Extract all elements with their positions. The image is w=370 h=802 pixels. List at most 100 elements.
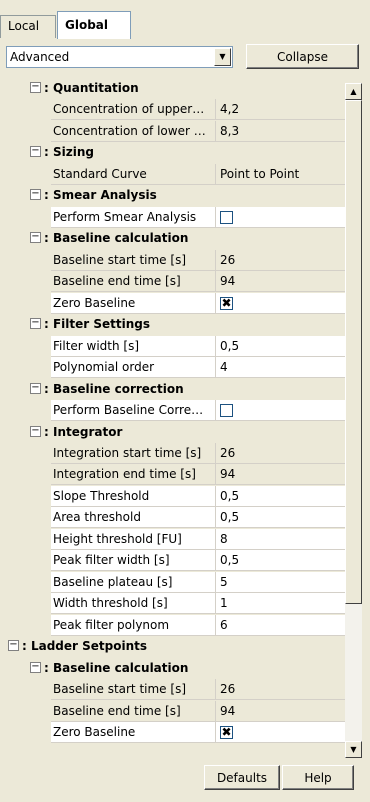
category-row[interactable]: −: Smear Analysis xyxy=(8,185,368,206)
category-row[interactable]: −: Sizing xyxy=(8,142,368,163)
minus-icon[interactable]: − xyxy=(30,382,41,394)
category-row[interactable]: −: Integrator xyxy=(8,422,368,443)
property-value[interactable]: 8,3 xyxy=(220,121,239,142)
chevron-down-icon[interactable]: ▼ xyxy=(214,48,231,66)
category-row[interactable]: −: Filter Settings xyxy=(8,314,368,335)
property-value[interactable]: 94 xyxy=(220,701,235,722)
collapse-button[interactable]: Collapse xyxy=(246,44,359,69)
category-row[interactable]: −: Baseline calculation xyxy=(8,228,368,249)
property-row[interactable]: Baseline end time [s] 94 xyxy=(8,271,368,293)
category-row[interactable]: −: Quantitation xyxy=(8,78,368,99)
column-divider xyxy=(215,679,216,701)
category-row[interactable]: −: Ladder Setpoints xyxy=(8,636,368,657)
property-value[interactable]: Point to Point xyxy=(220,164,299,185)
column-divider xyxy=(215,464,216,486)
help-button[interactable]: Help xyxy=(282,765,354,790)
category-label: : Baseline calculation xyxy=(44,660,189,675)
property-row[interactable]: Peak filter width [s] 0,5 xyxy=(8,550,368,572)
property-checkbox[interactable] xyxy=(220,210,233,224)
property-row[interactable]: Perform Smear Analysis xyxy=(8,206,368,228)
tab-local[interactable]: Local xyxy=(0,15,56,38)
property-name: Integration start time [s] xyxy=(53,445,202,460)
property-row[interactable]: Width threshold [s] 1 xyxy=(8,593,368,615)
property-row[interactable]: Area threshold 0,5 xyxy=(8,507,368,529)
property-row[interactable]: Polynomial order 4 xyxy=(8,357,368,379)
view-mode-dropdown[interactable]: Advanced ▼ xyxy=(6,46,233,68)
property-name: Standard Curve xyxy=(53,166,147,181)
column-divider xyxy=(215,335,216,357)
property-name: Zero Baseline xyxy=(53,725,136,740)
minus-icon[interactable]: − xyxy=(30,425,41,437)
property-row[interactable]: Concentration of lower … 8,3 xyxy=(8,120,368,142)
property-row[interactable]: Peak filter polynom 6 xyxy=(8,614,368,636)
column-divider xyxy=(215,442,216,464)
property-row[interactable]: Concentration of upper… 4,2 xyxy=(8,99,368,121)
minus-icon[interactable]: − xyxy=(30,146,41,158)
property-name: Baseline start time [s] xyxy=(53,252,186,267)
property-checkbox[interactable]: ✖ xyxy=(220,726,233,740)
category-row[interactable]: −: Baseline calculation xyxy=(8,658,368,679)
column-divider xyxy=(215,271,216,293)
property-value[interactable]: 26 xyxy=(220,443,235,464)
property-row[interactable]: Perform Baseline Corre… xyxy=(8,400,368,422)
minus-icon[interactable]: − xyxy=(8,640,19,652)
property-row[interactable]: Height threshold [FU] 8 xyxy=(8,528,368,550)
property-value[interactable]: 1 xyxy=(220,593,228,614)
category-row[interactable]: −: Baseline correction xyxy=(8,379,368,400)
minus-icon[interactable]: − xyxy=(30,661,41,673)
minus-icon[interactable]: − xyxy=(30,318,41,330)
property-grid: −: Quantitation Concentration of upper… 4,… xyxy=(8,78,368,762)
property-value[interactable]: 94 xyxy=(220,271,235,292)
defaults-button[interactable]: Defaults xyxy=(204,765,280,790)
property-checkbox[interactable] xyxy=(220,404,233,418)
property-row[interactable]: Integration start time [s] 26 xyxy=(8,442,368,464)
property-name: Slope Threshold xyxy=(53,488,150,503)
property-name: Height threshold [FU] xyxy=(53,531,182,546)
category-label: : Baseline correction xyxy=(44,381,184,396)
property-name: Perform Baseline Corre… xyxy=(53,403,204,418)
property-value[interactable]: 0,5 xyxy=(220,550,239,571)
property-value[interactable]: 4,2 xyxy=(220,99,239,120)
column-divider xyxy=(215,120,216,142)
property-value[interactable]: 0,5 xyxy=(220,336,239,357)
column-divider xyxy=(215,722,216,744)
property-value[interactable]: 0,5 xyxy=(220,507,239,528)
property-row[interactable]: Filter width [s] 0,5 xyxy=(8,335,368,357)
property-name: Polynomial order xyxy=(53,360,155,375)
column-divider xyxy=(215,163,216,185)
tab-global[interactable]: Global xyxy=(57,11,131,39)
property-value[interactable]: 94 xyxy=(220,464,235,485)
minus-icon[interactable]: − xyxy=(30,189,41,201)
minus-icon[interactable]: − xyxy=(30,82,41,93)
property-row[interactable]: Baseline start time [s] 26 xyxy=(8,249,368,271)
property-row[interactable]: Baseline plateau [s] 5 xyxy=(8,571,368,593)
vertical-scrollbar[interactable]: ▲ ▼ xyxy=(345,83,362,758)
category-label: : Sizing xyxy=(44,145,94,160)
property-value[interactable]: 0,5 xyxy=(220,486,239,507)
property-row[interactable]: Integration end time [s] 94 xyxy=(8,464,368,486)
scrollbar-thumb[interactable] xyxy=(345,100,362,604)
property-row[interactable]: Zero Baseline ✖ xyxy=(8,722,368,744)
column-divider xyxy=(215,550,216,572)
minus-icon[interactable]: − xyxy=(30,232,41,244)
property-value[interactable]: 26 xyxy=(220,679,235,700)
property-value[interactable]: 4 xyxy=(220,357,228,378)
property-checkbox[interactable]: ✖ xyxy=(220,296,233,310)
property-value[interactable]: 5 xyxy=(220,572,228,593)
property-name: Baseline plateau [s] xyxy=(53,574,173,589)
property-row[interactable]: Zero Baseline ✖ xyxy=(8,292,368,314)
column-divider xyxy=(215,357,216,379)
arrow-down-icon[interactable]: ▼ xyxy=(345,741,362,758)
property-name: Integration end time [s] xyxy=(53,467,196,482)
property-value[interactable]: 8 xyxy=(220,529,228,550)
arrow-up-icon[interactable]: ▲ xyxy=(345,83,362,100)
property-row[interactable]: Slope Threshold 0,5 xyxy=(8,485,368,507)
property-value[interactable]: 6 xyxy=(220,615,228,636)
property-row[interactable]: Standard Curve Point to Point xyxy=(8,163,368,185)
category-label: : Ladder Setpoints xyxy=(22,639,148,654)
property-name: Concentration of lower … xyxy=(53,123,206,138)
property-name: Area threshold xyxy=(53,510,141,525)
property-row[interactable]: Baseline end time [s] 94 xyxy=(8,700,368,722)
property-row[interactable]: Baseline start time [s] 26 xyxy=(8,679,368,701)
property-value[interactable]: 26 xyxy=(220,250,235,271)
